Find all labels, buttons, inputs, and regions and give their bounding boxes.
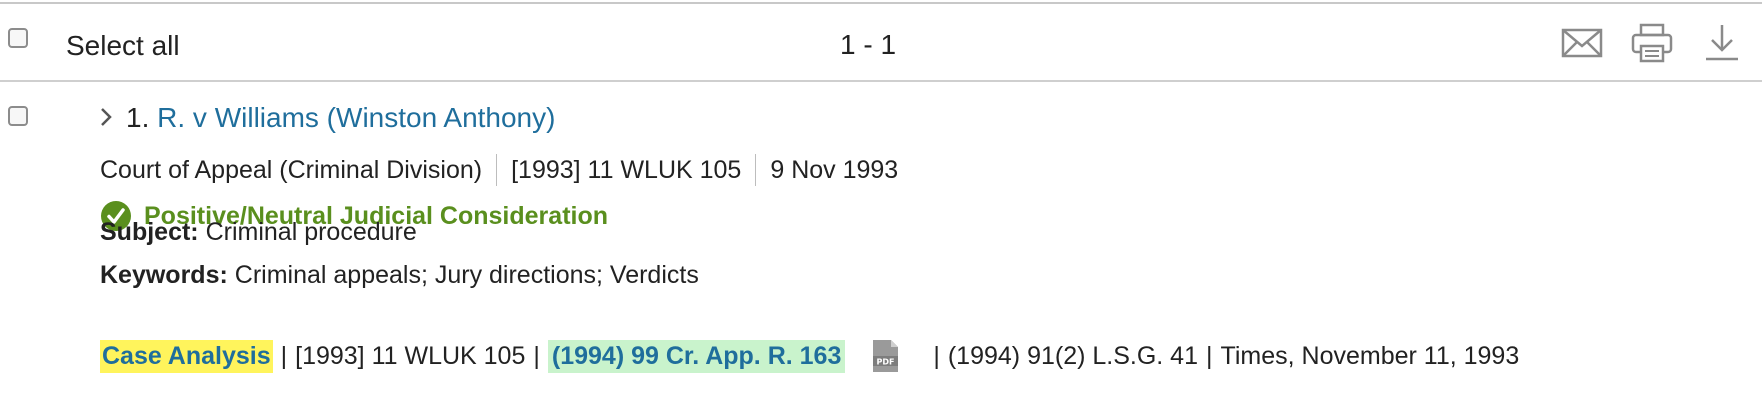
citation-times: Times, November 11, 1993 [1220, 341, 1520, 370]
pipe-separator: | [280, 341, 288, 370]
pipe-separator: | [933, 341, 940, 370]
cr-app-r-citation-link[interactable]: (1994) 99 Cr. App. R. 163 [547, 339, 846, 373]
citation-wluk: [1993] 11 WLUK 105 [295, 341, 526, 370]
results-toolbar: Select all 1 - 1 [0, 4, 1762, 82]
select-all-checkbox[interactable] [8, 28, 28, 48]
decision-date: 9 Nov 1993 [770, 155, 899, 184]
subject-label: Subject: [100, 218, 199, 246]
print-icon[interactable] [1630, 22, 1674, 64]
keywords-row: Keywords: Criminal appeals; Jury directi… [100, 261, 699, 290]
result-title: 1. R. v Williams (Winston Anthony) [126, 102, 555, 134]
select-all-label: Select all [66, 30, 180, 61]
chevron-right-icon[interactable] [98, 106, 114, 128]
download-icon[interactable] [1700, 22, 1744, 64]
result-number: 1. [126, 102, 150, 133]
citation-lsg: (1994) 91(2) L.S.G. 41 [947, 341, 1198, 370]
email-icon[interactable] [1560, 22, 1604, 64]
subject-row-final: Subject: Criminal procedure [100, 218, 417, 247]
keywords-value: Criminal appeals; Jury directions; Verdi… [234, 261, 699, 289]
result-range: 1 - 1 [840, 29, 897, 60]
pipe-separator: | [1206, 341, 1213, 370]
meta-divider [496, 154, 498, 186]
keywords-label: Keywords: [100, 261, 228, 289]
pdf-icon[interactable]: PDF [867, 338, 903, 374]
result-title-link[interactable]: R. v Williams (Winston Anthony) [157, 102, 555, 133]
pipe-separator: | [533, 341, 540, 370]
result-checkbox[interactable] [8, 106, 28, 126]
citation: [1993] 11 WLUK 105 [511, 155, 742, 184]
meta-divider [755, 154, 757, 186]
svg-text:PDF: PDF [877, 358, 895, 367]
result-metadata: Court of Appeal (Criminal Division) [199… [100, 154, 898, 186]
citations-line: Case Analysis | [1993] 11 WLUK 105 | (19… [100, 338, 1519, 374]
court-name: Court of Appeal (Criminal Division) [100, 155, 483, 184]
case-analysis-link[interactable]: Case Analysis [100, 339, 273, 373]
subject-value: Criminal procedure [205, 218, 417, 246]
result-item: 1. R. v Williams (Winston Anthony) Court… [0, 82, 1762, 400]
